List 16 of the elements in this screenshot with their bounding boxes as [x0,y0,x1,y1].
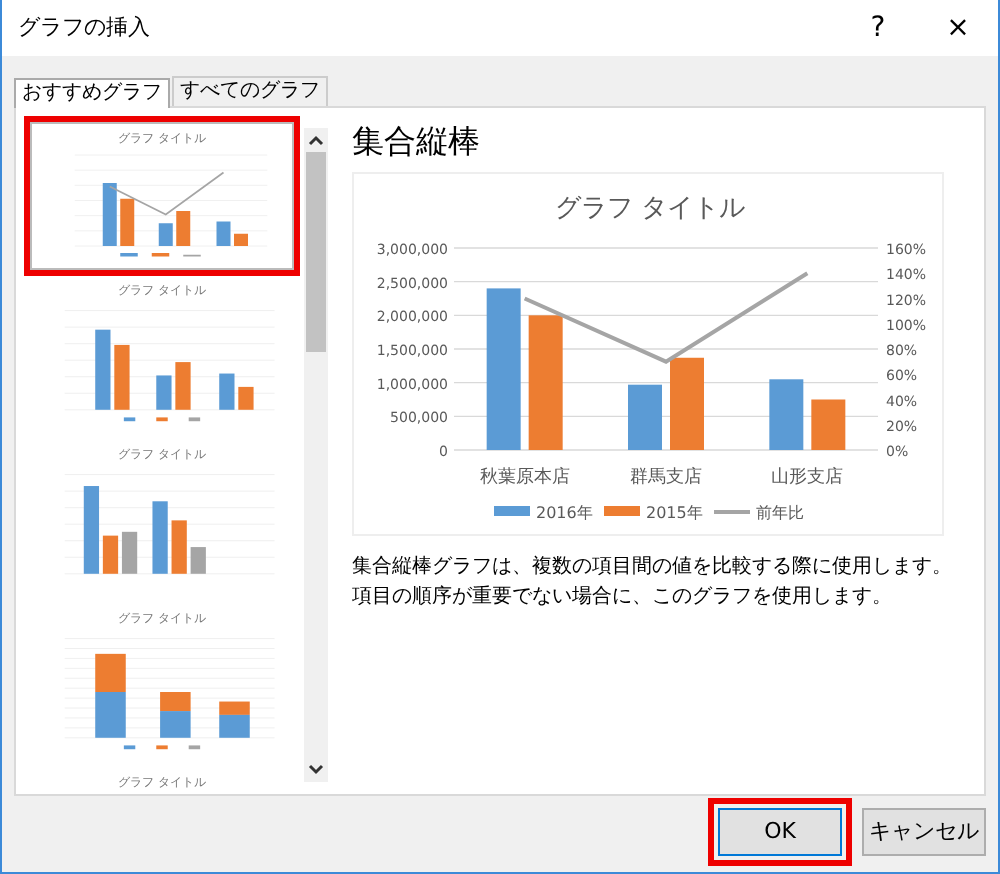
category-label: 群馬支店 [630,468,702,488]
tab[interactable]: すべてのグラフ [172,76,328,106]
tab[interactable]: おすすめグラフ [14,78,170,108]
window-title: グラフの挿入 [18,11,152,44]
scrollbar[interactable] [304,128,328,782]
legend-label: 2015年 [646,504,703,522]
legend-label: 2016年 [536,504,593,522]
chart-description: 集合縦棒グラフは、複数の項目間の値を比較する際に使用します。項目の順序が重要でない場合に、このグラフを使用します。 [352,553,954,612]
chart-title: グラフ タイトル [554,194,746,224]
category-label: 山形支店 [771,468,844,488]
close-button[interactable]: × [918,2,998,54]
chart-type-heading: 集合縦棒 [352,120,482,164]
category-label: 秋葉原本店 [479,468,570,488]
legend-label: 前年比 [756,504,804,522]
cancel-button[interactable]: キャンセル [862,808,986,856]
help-button[interactable]: ? [838,2,918,54]
